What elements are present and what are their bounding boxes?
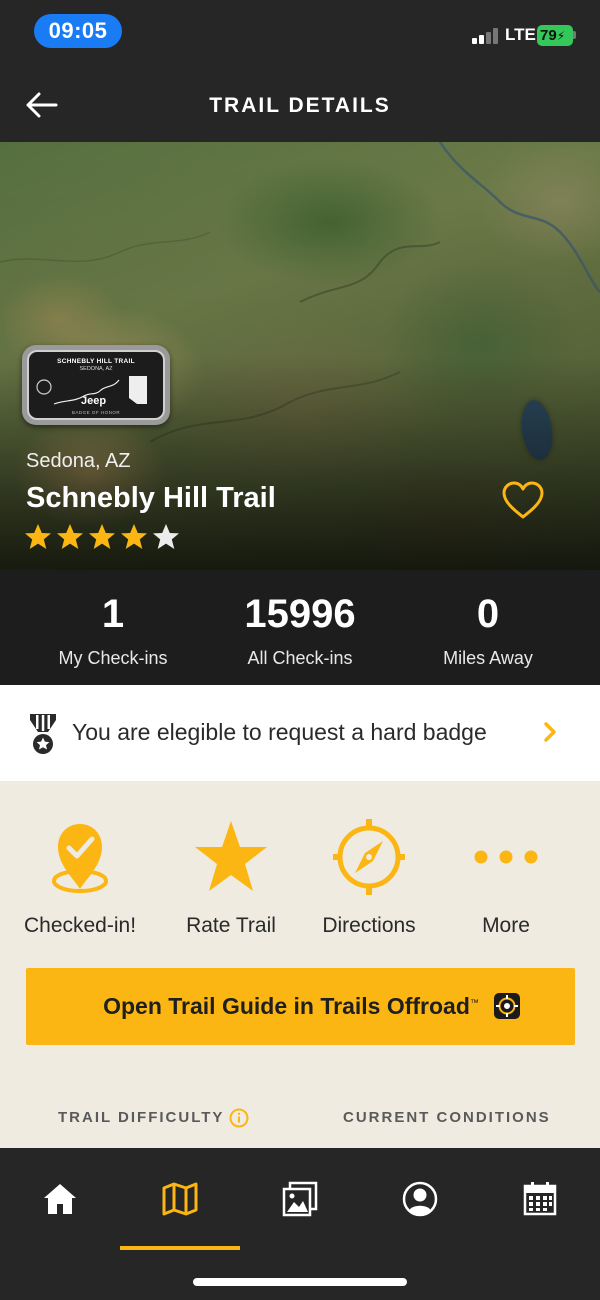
open-trail-guide-button[interactable]: Open Trail Guide in Trails Offroad™ xyxy=(26,968,575,1045)
trail-actions-panel: Checked-in! Rate Trail Directions More O… xyxy=(0,781,600,1148)
action-label: Checked-in! xyxy=(23,914,137,937)
stat-all-checkins: 15996 All Check-ins xyxy=(200,590,400,669)
trail-location: Sedona, AZ xyxy=(26,450,131,472)
trail-name: Schnebly Hill Trail xyxy=(26,482,276,514)
stat-value: 0 xyxy=(476,592,500,636)
info-icon[interactable] xyxy=(229,1108,249,1128)
stat-label: All Check-ins xyxy=(247,648,353,668)
stat-my-checkins: 1 My Check-ins xyxy=(13,590,213,669)
rating-star-icon xyxy=(121,524,147,549)
home-icon xyxy=(44,1184,76,1214)
favorite-heart-icon[interactable] xyxy=(500,479,546,521)
battery-tip xyxy=(573,31,576,39)
trail-stats: 1 My Check-ins 15996 All Check-ins 0 Mil… xyxy=(0,570,600,685)
stat-value: 15996 xyxy=(244,592,356,636)
page-title: TRAIL DETAILS xyxy=(209,94,391,117)
stat-label: My Check-ins xyxy=(58,648,168,668)
bottom-navigation xyxy=(0,1148,600,1300)
compass-icon xyxy=(333,819,405,895)
badge-location: SEDONA, AZ xyxy=(79,366,113,372)
directions-button[interactable]: Directions xyxy=(294,819,444,949)
battery-icon: 79⚡ xyxy=(537,25,573,46)
calendar-icon xyxy=(523,1182,557,1216)
more-dots-icon xyxy=(474,850,538,864)
action-label: Directions xyxy=(322,914,416,937)
rating-star-icon xyxy=(153,524,179,549)
signal-icon xyxy=(472,28,500,44)
stat-miles-away: 0 Miles Away xyxy=(388,590,588,669)
photos-icon xyxy=(282,1181,318,1217)
status-time: 09:05 xyxy=(34,14,122,48)
rating-star-icon xyxy=(25,524,51,549)
battery-level: 79 xyxy=(540,27,557,44)
home-indicator xyxy=(193,1278,407,1286)
medal-icon xyxy=(30,714,56,754)
more-button[interactable]: More xyxy=(431,819,581,949)
trademark-symbol: ™ xyxy=(469,997,479,1008)
stat-value: 1 xyxy=(101,592,125,636)
trail-badge-image: SCHNEBLY HILL TRAIL SEDONA, AZ Jeep BADG… xyxy=(22,345,170,425)
map-icon xyxy=(162,1182,198,1216)
profile-icon xyxy=(402,1181,438,1217)
active-tab-indicator xyxy=(120,1246,240,1250)
nav-home[interactable] xyxy=(0,1176,120,1248)
rating-star-icon xyxy=(57,524,83,549)
rating-star-icon xyxy=(89,524,115,549)
nav-map[interactable] xyxy=(120,1176,240,1248)
action-label: Rate Trail xyxy=(186,914,276,937)
badge-brand: Jeep xyxy=(81,395,107,407)
tab-current-conditions[interactable]: CURRENT CONDITIONS xyxy=(343,1109,551,1126)
badge-title: SCHNEBLY HILL TRAIL xyxy=(57,358,135,365)
nav-photos[interactable] xyxy=(240,1176,360,1248)
network-type: LTE xyxy=(505,25,536,44)
action-label: More xyxy=(482,914,530,937)
trail-hero-image: SCHNEBLY HILL TRAIL SEDONA, AZ Jeep BADG… xyxy=(0,142,600,570)
stat-label: Miles Away xyxy=(443,648,533,668)
chevron-right-icon xyxy=(544,722,556,742)
header: TRAIL DETAILS xyxy=(0,70,600,142)
guide-button-text: Open Trail Guide in Trails Offroad xyxy=(103,993,470,1019)
tab-trail-difficulty[interactable]: TRAIL DIFFICULTY xyxy=(58,1109,224,1126)
request-badge-text: You are elegible to request a hard badge xyxy=(72,719,487,745)
request-hard-badge-row[interactable]: You are elegible to request a hard badge xyxy=(0,685,600,781)
badge-subtitle: BADGE OF HONOR xyxy=(71,410,121,415)
star-icon xyxy=(195,821,267,891)
trails-offroad-app-icon xyxy=(494,993,520,1019)
nav-profile[interactable] xyxy=(360,1176,480,1248)
badge-plate: SCHNEBLY HILL TRAIL SEDONA, AZ Jeep BADG… xyxy=(27,350,165,420)
guide-button-label: Open Trail Guide in Trails Offroad™ xyxy=(26,993,556,1020)
nav-calendar[interactable] xyxy=(480,1176,600,1248)
checked-in-pin-icon xyxy=(52,824,108,893)
status-bar: 09:05 LTE 79⚡ xyxy=(0,0,600,70)
rate-trail-button[interactable]: Rate Trail xyxy=(156,819,306,949)
checked-in-button[interactable]: Checked-in! xyxy=(5,819,155,949)
